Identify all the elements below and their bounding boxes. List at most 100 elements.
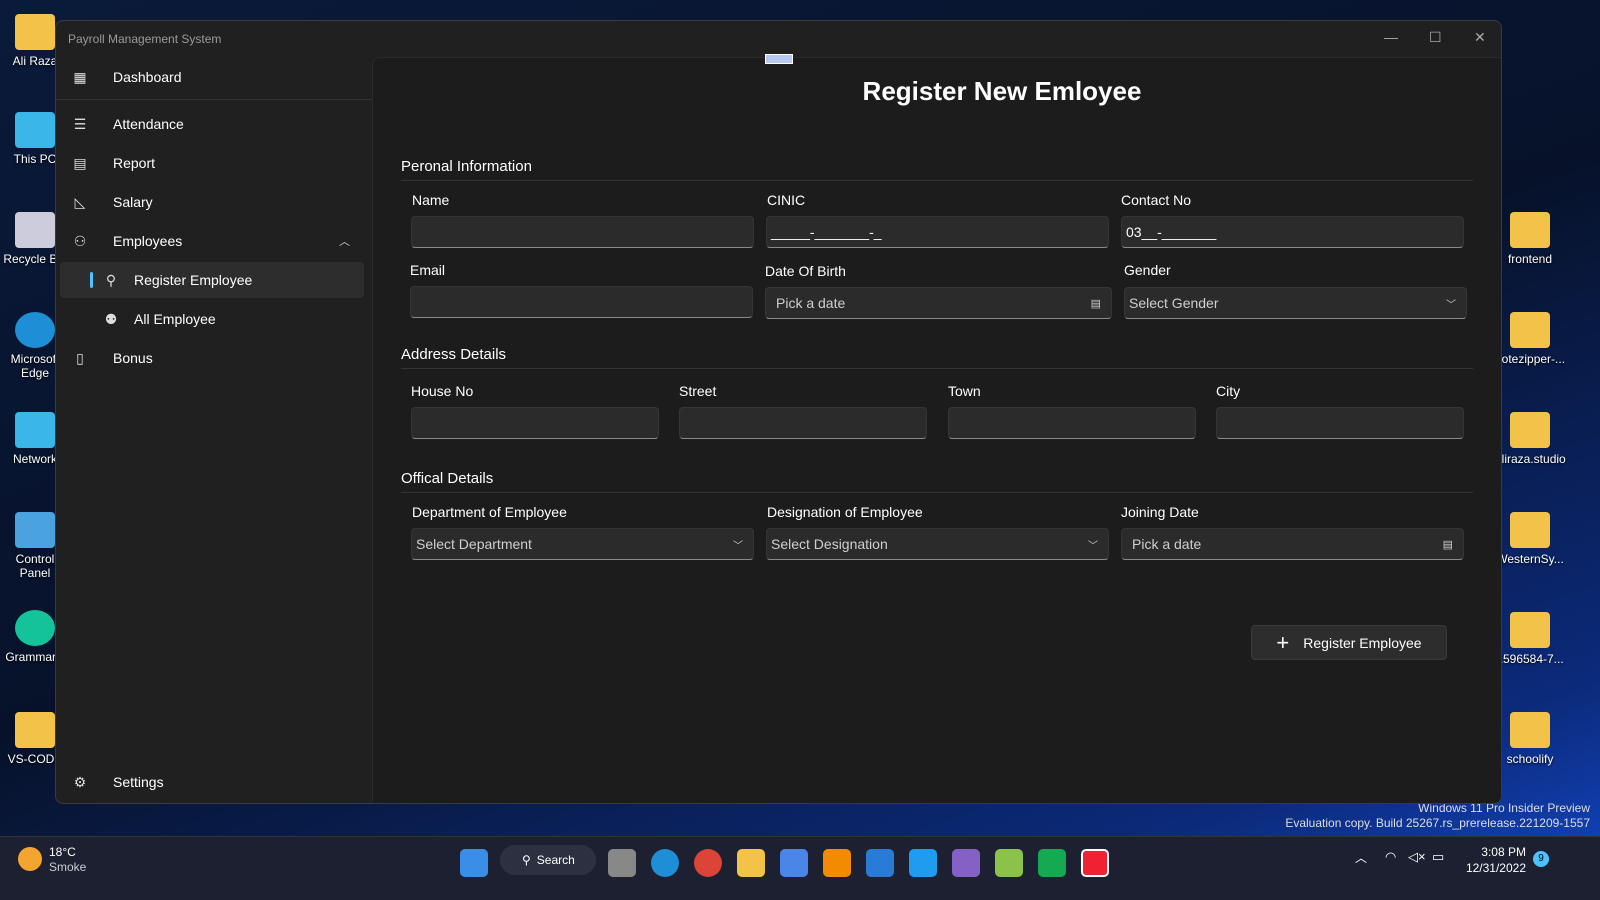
- search-icon: ⚲: [522, 853, 531, 867]
- section-personal: Peronal Information: [401, 158, 532, 175]
- divider: [401, 492, 1473, 493]
- joining-date-label: Joining Date: [1121, 504, 1199, 520]
- people-icon: ⚇: [73, 232, 87, 249]
- minimize-button[interactable]: —: [1384, 29, 1398, 45]
- city-label: City: [1216, 383, 1241, 399]
- close-button[interactable]: ✕: [1474, 29, 1486, 46]
- section-official: Offical Details: [401, 470, 494, 487]
- weather-desc[interactable]: Smoke: [49, 860, 86, 874]
- cnic-input[interactable]: _____-_______-_: [766, 216, 1109, 248]
- dob-label: Date Of Birth: [765, 263, 846, 279]
- sidebar-item-report[interactable]: ▤ Report: [60, 145, 364, 181]
- selection-indicator: [90, 272, 93, 288]
- vscode-icon[interactable]: [909, 849, 937, 877]
- desktop-icon[interactable]: frontend: [1495, 212, 1565, 266]
- department-label: Department of Employee: [412, 504, 567, 520]
- name-input[interactable]: [411, 216, 754, 248]
- chevron-up-icon[interactable]: ︿: [1355, 849, 1367, 866]
- volume-muted-icon[interactable]: ◁×: [1408, 849, 1426, 865]
- task-view-icon[interactable]: [608, 849, 636, 877]
- edge-icon: [15, 312, 55, 348]
- salary-icon: ◺: [74, 193, 86, 210]
- sidebar-item-dashboard[interactable]: ▦ Dashboard: [60, 59, 364, 95]
- recycle-bin-icon: [15, 212, 55, 248]
- department-select[interactable]: Select Department ﹀: [411, 528, 754, 560]
- sidebar-item-all-employee[interactable]: ⚉ All Employee: [60, 301, 364, 337]
- notification-badge[interactable]: 9: [1533, 851, 1549, 867]
- weather-temp[interactable]: 18°C: [49, 845, 76, 859]
- person-add-icon: ⚲: [105, 271, 117, 288]
- sidebar: ▦ Dashboard ☰ Attendance ▤ Report ◺ Salary ⚇…: [56, 57, 372, 803]
- sidebar-item-employees[interactable]: ⚇ Employees ︿: [60, 223, 364, 259]
- sidebar-item-attendance[interactable]: ☰ Attendance: [60, 106, 364, 142]
- desktop-icon[interactable]: WesternSy...: [1495, 512, 1565, 566]
- window-title: Payroll Management System: [68, 32, 222, 46]
- street-input[interactable]: [679, 407, 927, 439]
- folder-icon: [15, 712, 55, 748]
- register-employee-button[interactable]: + Register Employee: [1251, 625, 1447, 660]
- visual-studio-icon[interactable]: [952, 849, 980, 877]
- edge-icon[interactable]: [651, 849, 679, 877]
- sidebar-item-register-employee[interactable]: ⚲ Register Employee: [60, 262, 364, 298]
- start-button[interactable]: [460, 849, 488, 877]
- snipping-tool-icon[interactable]: [995, 849, 1023, 877]
- desktop-icon[interactable]: 1596584-7...: [1495, 612, 1565, 666]
- house-input[interactable]: [411, 407, 659, 439]
- divider: [56, 99, 372, 100]
- chevron-up-icon[interactable]: ︿: [339, 233, 350, 249]
- payroll-app-icon[interactable]: [1081, 849, 1109, 877]
- page-title: Register New Emloyee: [862, 76, 1142, 106]
- house-label: House No: [411, 383, 474, 399]
- dob-date-picker[interactable]: Pick a date ▤: [765, 287, 1112, 319]
- folder-icon: [1510, 212, 1550, 248]
- sidebar-item-bonus[interactable]: ▯ Bonus: [60, 340, 364, 376]
- calendar-icon: ▤: [1090, 297, 1101, 310]
- network-icon: [15, 412, 55, 448]
- desktop-icon[interactable]: aliraza.studio: [1495, 412, 1566, 466]
- search-button[interactable]: ⚲ Search: [500, 845, 596, 875]
- app-window: Payroll Management System — ☐ ✕ ▦ Dashboa…: [55, 20, 1502, 804]
- joining-date-picker[interactable]: Pick a date ▤: [1121, 528, 1464, 560]
- clock-time[interactable]: 3:08 PM: [1460, 845, 1526, 859]
- section-address: Address Details: [401, 346, 507, 363]
- report-icon: ▤: [73, 154, 87, 171]
- battery-icon[interactable]: ▭: [1432, 849, 1444, 865]
- clock-date[interactable]: 12/31/2022: [1460, 861, 1526, 875]
- gender-label: Gender: [1124, 262, 1171, 278]
- email-input[interactable]: [410, 286, 753, 318]
- gender-select[interactable]: Select Gender ﹀: [1124, 287, 1467, 319]
- sidebar-item-settings[interactable]: ⚙ Settings: [60, 764, 364, 800]
- designation-label: Designation of Employee: [767, 504, 923, 520]
- desktop-icon[interactable]: notezipper-...: [1495, 312, 1565, 366]
- divider: [401, 180, 1473, 181]
- plus-icon: +: [1276, 629, 1290, 655]
- folder-icon: [1510, 512, 1550, 548]
- sublime-icon[interactable]: [823, 849, 851, 877]
- city-input[interactable]: [1216, 407, 1464, 439]
- grammarly-icon: [15, 610, 55, 646]
- calendar-icon: ▤: [1442, 538, 1453, 551]
- street-label: Street: [679, 383, 717, 399]
- contact-input[interactable]: 03__-_______: [1121, 216, 1464, 248]
- store-icon[interactable]: [780, 849, 808, 877]
- maximize-button[interactable]: ☐: [1429, 29, 1442, 46]
- designation-select[interactable]: Select Designation ﹀: [766, 528, 1109, 560]
- dashboard-icon: ▦: [73, 68, 87, 85]
- sidebar-item-salary[interactable]: ◺ Salary: [60, 184, 364, 220]
- register-form: Register New Emloyee Peronal Information…: [372, 54, 1501, 803]
- file-explorer-icon[interactable]: [737, 849, 765, 877]
- control-panel-icon: [15, 512, 55, 548]
- town-input[interactable]: [948, 407, 1196, 439]
- monitor-icon: [15, 112, 55, 148]
- town-label: Town: [948, 383, 981, 399]
- folder-icon: [1510, 412, 1550, 448]
- mongodb-icon[interactable]: [1038, 849, 1066, 877]
- chevron-down-icon: ﹀: [1446, 299, 1456, 311]
- cnic-label: CINIC: [767, 192, 806, 208]
- wifi-icon[interactable]: ◠: [1385, 849, 1396, 865]
- weather-icon[interactable]: [18, 847, 42, 871]
- chrome-icon[interactable]: [694, 849, 722, 877]
- taskbar: 18°C Smoke ⚲ Search ︿ ◠ ◁× ▭ 3:08 PM 12/3…: [0, 836, 1600, 900]
- desktop-icon[interactable]: schoolify: [1495, 712, 1565, 766]
- mail-icon[interactable]: [866, 849, 894, 877]
